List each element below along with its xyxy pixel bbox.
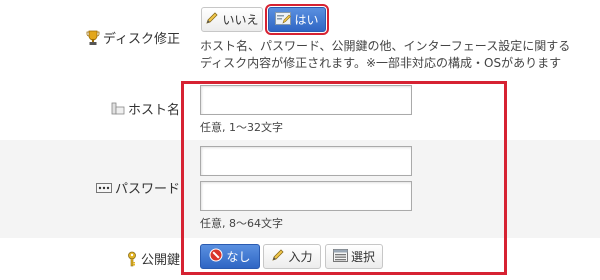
disk-fix-yes-button[interactable]: はい [265,4,329,35]
disk-fix-label-text: ディスク修正 [102,32,180,47]
disk-fix-label: ディスク修正 [86,28,180,47]
password-dots-icon [95,182,112,193]
public-key-label: 公開鍵 [126,249,180,268]
password-label: パスワード [95,178,180,197]
trophy-icon [86,30,100,46]
disk-fix-row: ディスク修正 いいえ はい ホスト名、パスワード、公開鍵の他、インターフェース設… [0,0,600,76]
disk-fix-no-button[interactable]: いいえ [201,7,263,32]
disk-fix-yes-label: はい [294,13,319,27]
disk-fix-description: ホスト名、パスワード、公開鍵の他、インターフェース設定に関する ディスク内容が修… [200,38,570,72]
disk-fix-no-label: いいえ [222,13,259,27]
key-icon [126,251,138,267]
edit-card-icon [275,11,292,28]
password-label-text: パスワード [114,182,180,197]
pencil-icon [205,11,219,28]
hostname-label: ホスト名 [111,99,180,118]
disk-fix-description-line2: ディスク内容が修正されます。※一部非対応の構成・OSがあります [200,56,562,70]
server-icon [111,102,125,115]
highlight-box [181,81,507,275]
public-key-label-text: 公開鍵 [140,253,180,268]
hostname-label-text: ホスト名 [127,103,180,118]
disk-fix-description-line1: ホスト名、パスワード、公開鍵の他、インターフェース設定に関する [200,39,571,53]
